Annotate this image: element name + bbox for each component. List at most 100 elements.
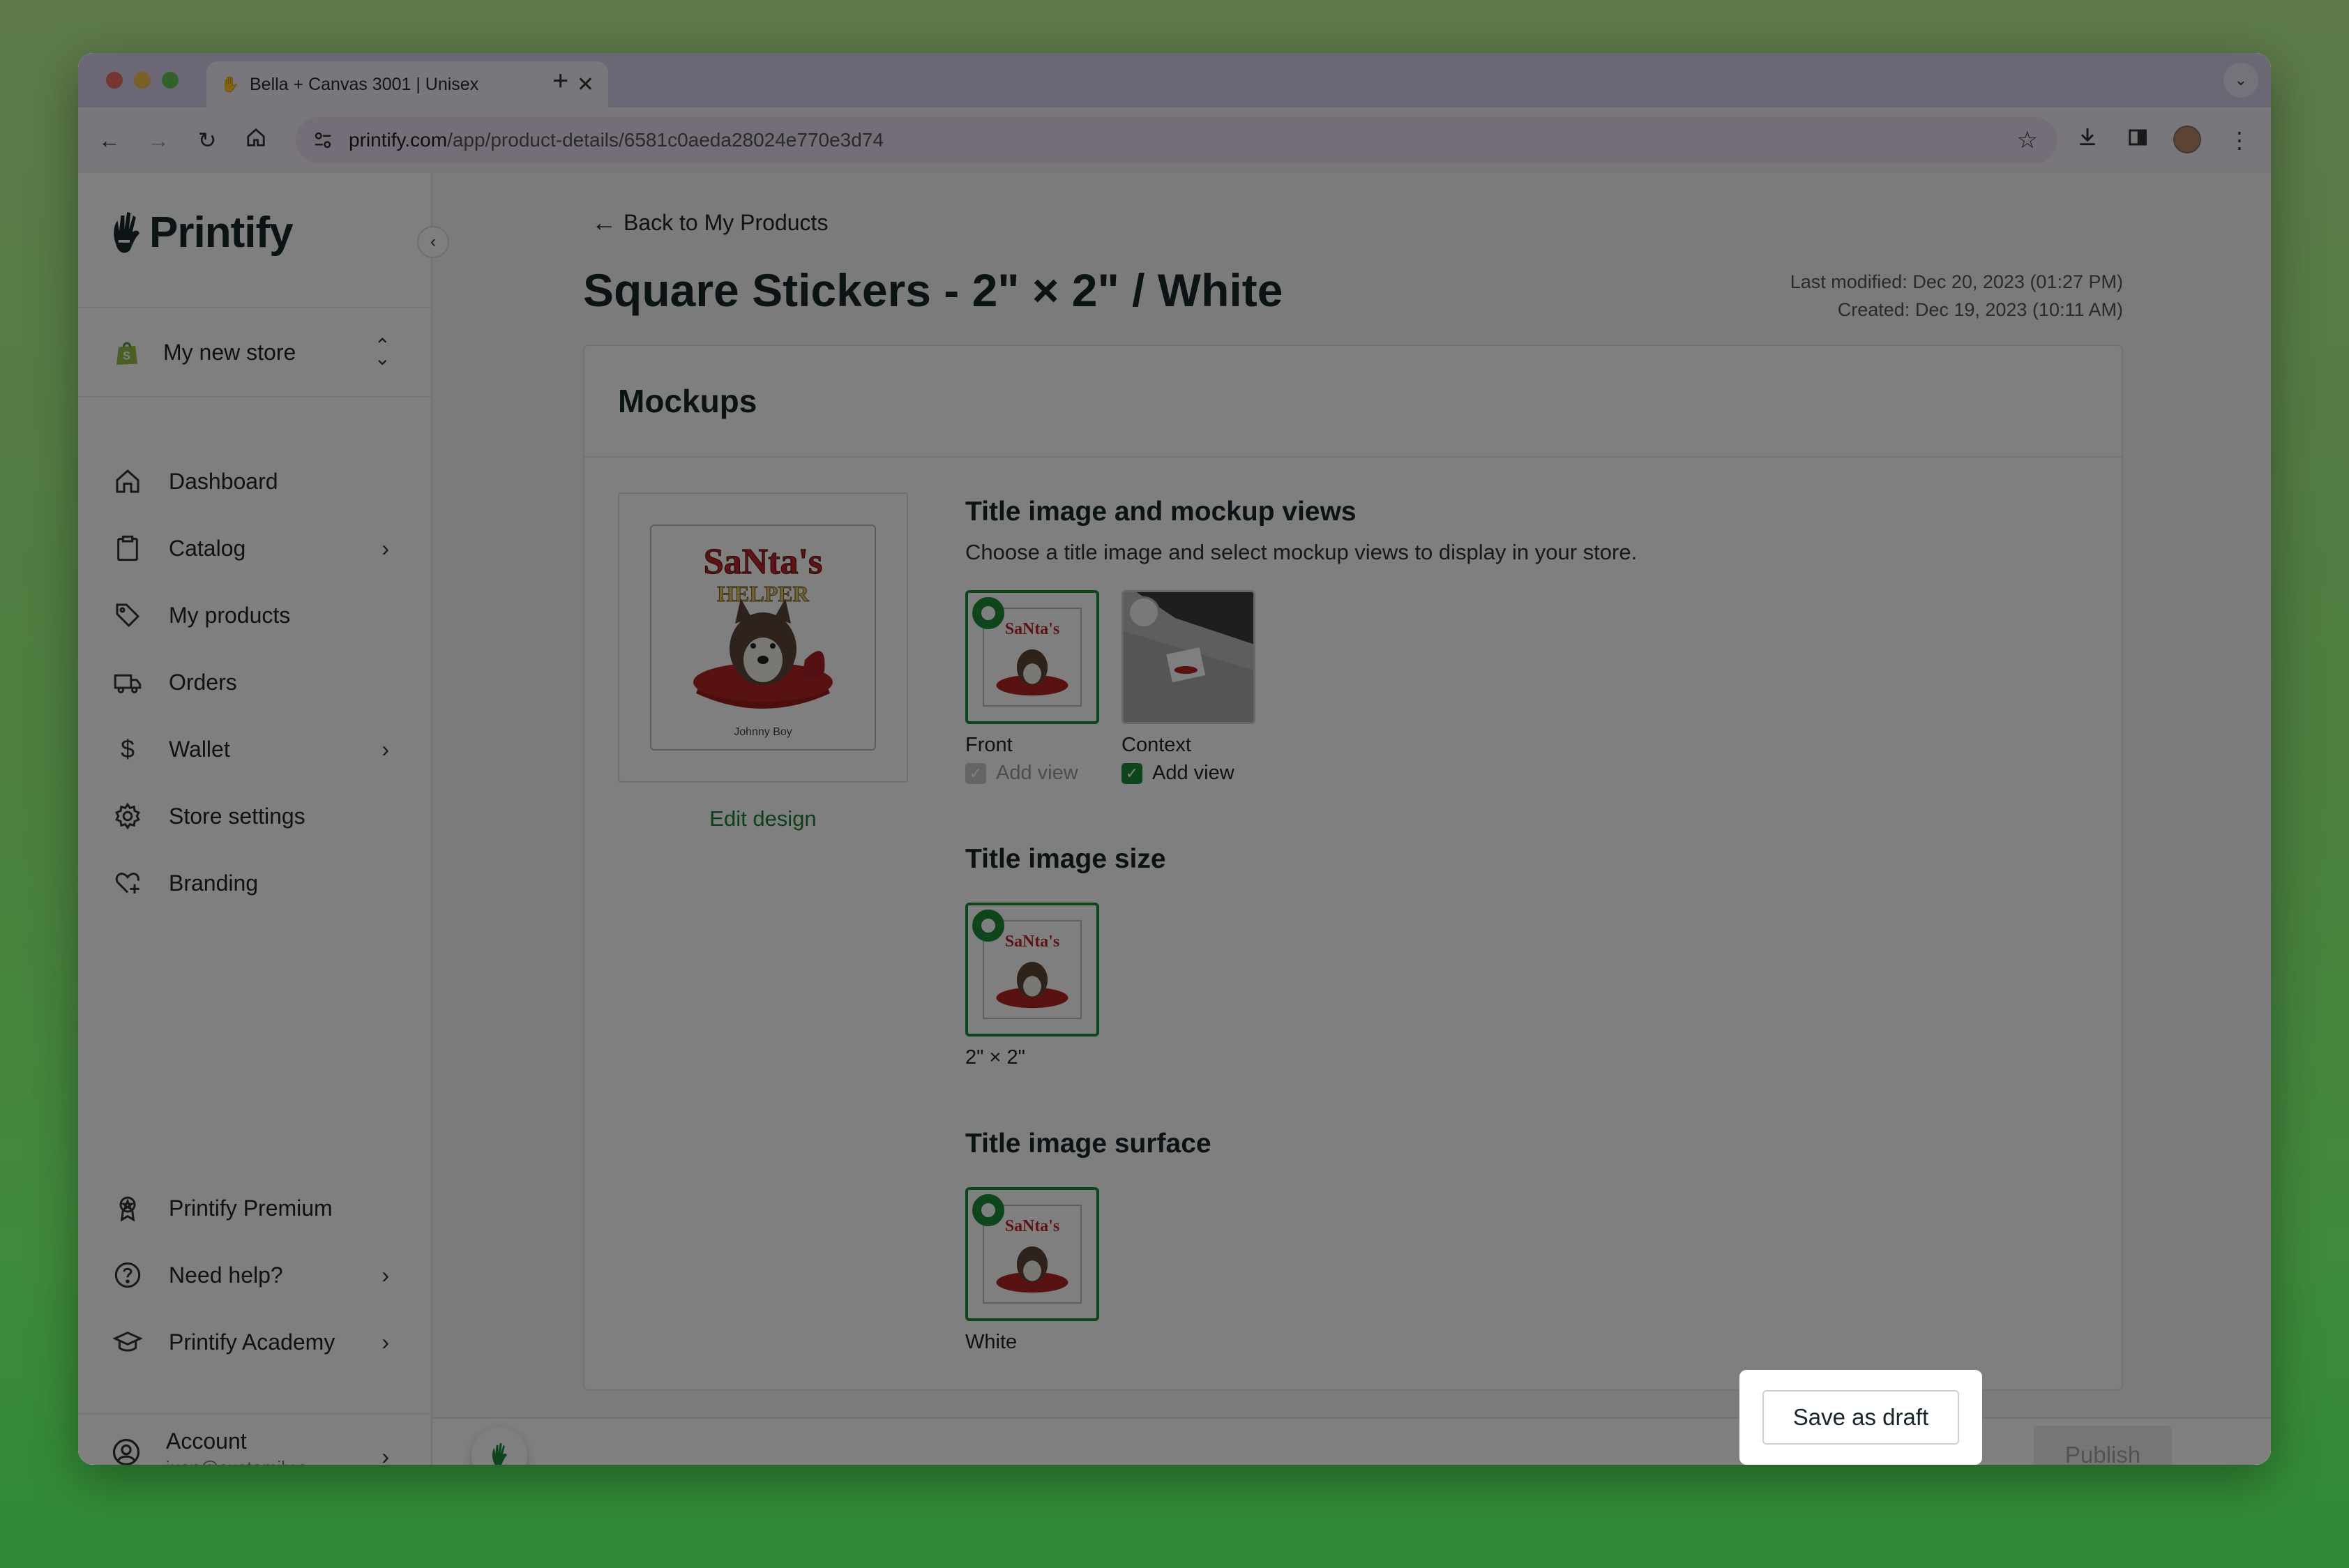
arrow-left-icon: ← <box>591 208 617 236</box>
sidebar-item-orders[interactable]: Orders <box>78 649 431 716</box>
sidebar-item-store-settings[interactable]: Store settings <box>78 783 431 850</box>
context-caption: Context <box>1121 734 1191 756</box>
forward-nav-icon[interactable]: → <box>141 123 176 158</box>
sidebar-item-branding[interactable]: Branding <box>78 850 431 917</box>
checkbox-disabled-icon: ✓ <box>965 762 986 784</box>
size-option-thumb[interactable]: SaNta's <box>965 903 1099 1036</box>
product-dates: Last modified: Dec 20, 2023 (01:27 PM) C… <box>1790 268 2123 324</box>
footer-action-bar: Publish <box>432 1417 2271 1465</box>
browser-menu-icon[interactable]: ⋮ <box>2222 123 2257 158</box>
add-view-label: Add view <box>996 762 1078 784</box>
maximize-window-button[interactable] <box>162 72 179 89</box>
views-heading: Title image and mockup views <box>965 497 1357 527</box>
bookmark-star-icon[interactable]: ☆ <box>2017 126 2038 154</box>
new-tab-button[interactable]: + <box>552 60 568 102</box>
main-content: ← Back to My Products Square Stickers - … <box>432 173 2271 1465</box>
reload-icon[interactable]: ↻ <box>190 123 225 158</box>
address-bar[interactable]: printify.com/app/product-details/6581c0a… <box>296 117 2057 163</box>
radio-selected-icon[interactable] <box>972 910 1004 942</box>
browser-tab[interactable]: ✋ Bella + Canvas 3001 | Unisex ✕ <box>206 61 608 107</box>
sidebar-item-label: Need help? <box>169 1262 283 1288</box>
radio-selected-icon[interactable] <box>972 597 1004 629</box>
mockup-thumb-front[interactable]: SaNta's <box>965 590 1099 724</box>
sidebar-item-label: Orders <box>169 669 237 695</box>
sidebar-item-label: Branding <box>169 870 259 896</box>
side-panel-icon[interactable] <box>2120 123 2155 158</box>
front-caption: Front <box>965 734 1013 756</box>
chevron-up-down-icon: ⌃ ⌄ <box>374 335 391 369</box>
user-circle-icon <box>112 1438 141 1465</box>
chevron-right-icon: › <box>382 535 389 561</box>
tab-title: Bella + Canvas 3001 | Unisex <box>250 74 479 94</box>
sidebar-item-need-help[interactable]: Need help? › <box>78 1242 431 1309</box>
home-icon <box>112 465 144 497</box>
context-add-view-checkbox[interactable]: ✓ Add view <box>1121 762 1234 785</box>
mockup-thumb-context[interactable] <box>1121 590 1255 724</box>
printify-app: Printify ‹ S My new store ⌃ ⌄ Dashboard C… <box>78 173 2271 1465</box>
home-nav-icon[interactable] <box>239 123 273 158</box>
dollar-icon: $ <box>120 734 135 763</box>
shopify-bag-icon: S <box>116 342 137 365</box>
edit-design-link[interactable]: Edit design <box>618 806 908 831</box>
site-settings-icon[interactable] <box>312 130 333 151</box>
sidebar-item-catalog[interactable]: Catalog › <box>78 515 431 582</box>
back-nav-icon[interactable]: ← <box>92 123 127 158</box>
minimize-window-button[interactable] <box>134 72 151 89</box>
sidebar-item-label: My products <box>169 602 291 628</box>
help-circle-icon <box>112 1259 144 1291</box>
printify-logo[interactable]: Printify <box>109 208 294 257</box>
store-name: My new store <box>163 339 296 365</box>
chevron-right-icon: › <box>382 736 389 762</box>
publish-button[interactable]: Publish <box>2034 1426 2172 1465</box>
design-preview: SaNta's HELPER Johnny Boy <box>618 492 908 783</box>
card-title: Mockups <box>618 383 757 419</box>
page-title: Square Stickers - 2" × 2" / White <box>583 264 1283 316</box>
size-heading: Title image size <box>965 844 1166 874</box>
browser-toolbar: ← → ↻ printify.com/app/product-details/6… <box>78 107 2271 173</box>
store-switcher[interactable]: S My new store ⌃ ⌄ <box>78 307 431 398</box>
front-add-view-checkbox: ✓ Add view <box>965 762 1078 785</box>
url-text: printify.com/app/product-details/6581c0a… <box>349 129 884 151</box>
radio-selected-icon[interactable] <box>972 1194 1004 1226</box>
svg-text:S: S <box>123 350 130 363</box>
save-draft-spotlight: Save as draft <box>1739 1370 1982 1465</box>
downloads-icon[interactable] <box>2070 123 2105 158</box>
last-modified: Last modified: Dec 20, 2023 (01:27 PM) <box>1790 271 2123 292</box>
profile-avatar[interactable] <box>2173 126 2201 153</box>
printify-favicon-icon: ✋ <box>220 75 240 93</box>
account-email: juan@customily.c... <box>166 1457 322 1465</box>
collapse-sidebar-button[interactable]: ‹ <box>417 226 449 258</box>
sidebar-item-printify-premium[interactable]: Printify Premium <box>78 1175 431 1242</box>
heart-plus-icon <box>112 867 144 899</box>
sidebar-item-my-products[interactable]: My products <box>78 582 431 649</box>
svg-text:SaNta's: SaNta's <box>1005 620 1059 638</box>
svg-text:SaNta's: SaNta's <box>1005 933 1059 951</box>
sidebar: Printify ‹ S My new store ⌃ ⌄ Dashboard C… <box>78 173 449 1465</box>
sidebar-item-dashboard[interactable]: Dashboard <box>78 448 431 515</box>
surface-option-label: White <box>965 1331 1018 1353</box>
back-to-products-link[interactable]: ← Back to My Products <box>591 208 828 237</box>
close-tab-icon[interactable]: ✕ <box>577 73 594 97</box>
tab-strip: ✋ Bella + Canvas 3001 | Unisex ✕ + ⌄ <box>78 53 2271 107</box>
account-menu[interactable]: Account juan@customily.c... › <box>78 1413 431 1465</box>
chevron-right-icon: › <box>382 1329 389 1355</box>
gear-icon <box>112 800 144 832</box>
browser-window: ✋ Bella + Canvas 3001 | Unisex ✕ + ⌄ ← →… <box>78 53 2271 1465</box>
tag-icon <box>112 599 144 631</box>
checkbox-checked-icon[interactable]: ✓ <box>1121 762 1142 784</box>
premium-badge-icon <box>112 1192 144 1224</box>
save-as-draft-button[interactable]: Save as draft <box>1762 1390 1959 1445</box>
surface-option-thumb[interactable]: SaNta's <box>965 1187 1099 1321</box>
chevron-right-icon: › <box>382 1262 389 1288</box>
chat-support-button[interactable] <box>471 1427 527 1465</box>
sidebar-item-wallet[interactable]: $ Wallet › <box>78 716 431 783</box>
tab-search-button[interactable]: ⌄ <box>2223 63 2258 98</box>
sidebar-item-printify-academy[interactable]: Printify Academy › <box>78 1309 431 1375</box>
radio-unselected-icon[interactable] <box>1128 596 1160 628</box>
sidebar-item-label: Catalog <box>169 535 246 561</box>
sidebar-item-label: Wallet <box>169 736 230 762</box>
close-window-button[interactable] <box>106 72 123 89</box>
sidebar-item-label: Store settings <box>169 803 305 829</box>
add-view-label: Add view <box>1152 762 1234 784</box>
sidebar-item-label: Dashboard <box>169 468 278 494</box>
